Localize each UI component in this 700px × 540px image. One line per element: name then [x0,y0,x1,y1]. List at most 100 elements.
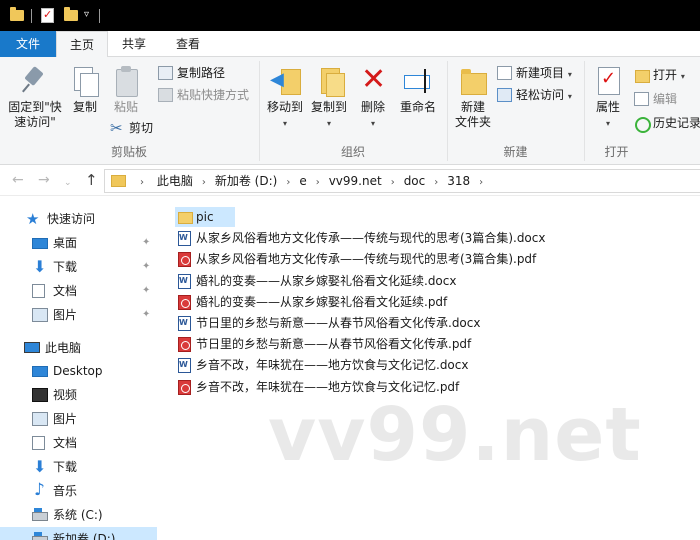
nav-this-pc[interactable]: 此电脑 [0,336,157,360]
easy-access-button[interactable]: 轻松访问 ▾ [496,85,572,105]
breadcrumb-item[interactable]: 318 [447,170,470,192]
paste-button[interactable]: 粘贴 [106,65,146,115]
copy-to-button[interactable]: 复制到 ▾ [308,65,350,131]
cut-button[interactable]: 剪切 [109,118,153,138]
nav-pc-item[interactable]: 文档 [0,431,157,455]
nav-pc-item[interactable]: 系统 (C:) [0,503,157,527]
pin-icon: ✦ [142,261,151,272]
tab-home[interactable]: 主页 [56,31,108,58]
dropdown-arrow-icon: ▾ [326,119,331,128]
paste-shortcut-label: 粘贴快捷方式 [177,88,250,102]
chevron-right-icon: › [140,177,144,188]
forward-arrow-icon[interactable]: → [38,172,50,188]
paste-shortcut-button[interactable]: 粘贴快捷方式 [157,85,249,105]
chevron-right-icon[interactable]: › [286,172,290,194]
breadcrumb: › 此电脑 › 新加卷 (D:) › e › vv99.net › doc › 318 › [131,170,492,192]
chevron-right-icon[interactable]: › [316,172,320,194]
copy-label: 复制 [72,100,97,114]
easy-access-icon [497,88,512,102]
breadcrumb-item[interactable]: e [299,170,306,192]
breadcrumb-item[interactable]: vv99.net [329,170,382,192]
file-name: 从家乡风俗看地方文化传承——传统与现代的思考(3篇合集).pdf [196,252,537,267]
properties-button[interactable]: 属性 ▾ [591,65,625,131]
nav-pc-item[interactable]: 图片 [0,407,157,431]
address-bar[interactable]: › 此电脑 › 新加卷 (D:) › e › vv99.net › doc › 318 › [104,169,700,193]
nav-pc-item[interactable]: 下载 [0,455,157,479]
chevron-right-icon[interactable]: › [434,172,438,194]
chevron-right-icon[interactable]: › [202,172,206,194]
clipboard-group-label: 剪贴板 [110,145,147,159]
copy-path-icon [158,66,173,80]
history-button[interactable]: 历史记录 [633,113,700,133]
copy-button[interactable]: 复制 [66,65,104,115]
new-folder-button[interactable]: 新建 文件夹 [450,65,496,130]
properties-quick-icon[interactable] [41,8,54,23]
copy-path-button[interactable]: 复制路径 [157,63,225,83]
nav-pc-item[interactable]: Desktop [0,359,157,383]
tab-share[interactable]: 共享 [112,31,156,57]
chevron-right-icon[interactable]: › [479,172,483,194]
navigation-bar: ← → ⌄ ↑ › 此电脑 › 新加卷 (D:) › e › vv99.net › doc › 31… [0,166,700,196]
move-to-icon [269,65,301,97]
nav-pc-item[interactable]: 音乐 [0,478,157,503]
file-name: 节日里的乡愁与新意——从春节风俗看文化传承.pdf [196,337,472,352]
nav-quick-item[interactable]: 下载 ✦ [0,255,157,279]
history-label: 历史记录 [653,116,700,130]
folder-item[interactable]: pic [175,207,235,227]
breadcrumb-item[interactable]: 此电脑 [157,170,193,192]
properties-label: 属性 [595,100,620,114]
tab-view[interactable]: 查看 [166,31,210,57]
clipboard-group: 固定到"快 速访问" 复制 粘贴 复制路径 粘贴快捷方式 剪切 剪贴板 [0,57,258,165]
open-label: 打开 [653,68,678,82]
download-icon [32,455,48,479]
pictures-icon [32,412,48,426]
paste-shortcut-icon [158,88,173,102]
move-to-label: 移动到 [266,100,303,114]
drive-icon [32,508,48,521]
nav-item-label: 下载 [53,260,78,274]
file-name: 节日里的乡愁与新意——从春节风俗看文化传承.docx [196,316,481,330]
nav-quick-access[interactable]: 快速访问 [0,207,157,231]
open-group-label: 打开 [604,145,629,159]
new-item-button[interactable]: 新建项目 ▾ [496,63,572,83]
pictures-icon [32,308,48,322]
tab-file[interactable]: 文件 [0,31,56,57]
nav-pc-item[interactable]: 新加卷 (D:) [0,527,157,540]
edit-button[interactable]: 编辑 [633,89,677,109]
nav-item-label: 系统 (C:) [53,508,103,522]
nav-quick-item[interactable]: 文档 ✦ [0,279,157,303]
edit-label: 编辑 [653,92,678,106]
nav-quick-item[interactable]: 桌面 ✦ [0,231,157,255]
recent-locations-chevron-icon[interactable]: ⌄ [64,175,72,191]
nav-item-label: 音乐 [53,484,78,498]
word-document-icon [178,231,191,247]
nav-quick-item[interactable]: 图片 ✦ [0,303,157,327]
open-icon [634,68,650,83]
pin-quick-access-button[interactable]: 固定到"快 速访问" [4,65,66,130]
nav-item-label: 此电脑 [45,341,82,355]
breadcrumb-item[interactable]: doc [404,170,426,192]
up-arrow-icon[interactable]: ↑ [85,172,98,188]
documents-icon [32,436,45,450]
move-to-button[interactable]: 移动到 ▾ [264,65,306,131]
dropdown-arrow-icon: ▾ [680,72,685,81]
delete-button[interactable]: 删除 ▾ [356,63,390,131]
paste-icon [110,65,142,97]
delete-label: 删除 [360,100,385,114]
desktop-icon [32,238,48,249]
drive-icon [32,532,48,540]
back-arrow-icon[interactable]: ← [12,172,24,188]
new-folder-quick-icon[interactable] [64,7,78,21]
chevron-right-icon[interactable]: › [391,172,395,194]
nav-pc-item[interactable]: 视频 [0,383,157,407]
new-group-label: 新建 [503,145,528,159]
open-button[interactable]: 打开 ▾ [633,65,685,85]
pin-icon: ✦ [142,309,151,320]
word-document-icon [178,273,191,289]
new-folder-label-1: 新建 [460,100,485,114]
rename-button[interactable]: 重命名 [396,65,440,115]
breadcrumb-item[interactable]: 新加卷 (D:) [215,170,277,192]
customize-toolbar-arrow-icon[interactable]: ▿ [84,9,89,25]
pin-icon: ✦ [142,285,151,296]
new-item-icon [497,66,512,80]
